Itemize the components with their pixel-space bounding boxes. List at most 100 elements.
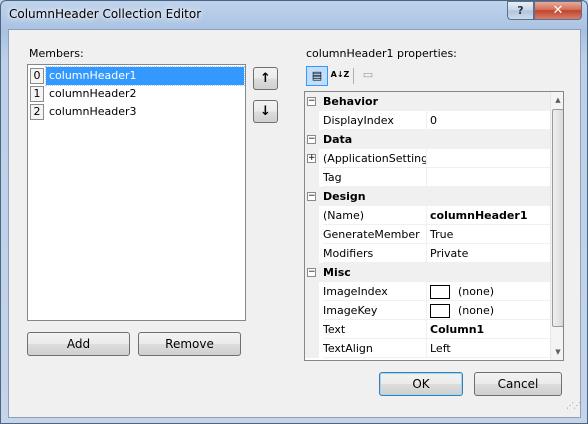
arrow-down-icon: ↓	[260, 104, 271, 119]
members-label: Members:	[29, 47, 84, 60]
collapse-icon[interactable]: −	[307, 97, 316, 106]
move-up-button[interactable]: ↑	[253, 67, 278, 90]
scrollbar-thumb[interactable]	[552, 109, 563, 327]
ok-button[interactable]: OK	[379, 372, 463, 396]
collapse-icon[interactable]: −	[307, 135, 316, 144]
property-grid[interactable]: − Behavior DisplayIndex 0− Data + (Application…	[304, 91, 564, 361]
property-value[interactable]	[427, 168, 550, 187]
collection-editor-window: ColumnHeader Collection Editor ? ✕ Membe…	[0, 0, 588, 424]
dialog-client-area: Members: 0 columnHeader1 1 columnHeader2…	[8, 29, 581, 418]
title-bar[interactable]: ColumnHeader Collection Editor ? ✕	[1, 1, 587, 29]
property-value[interactable]: True	[427, 225, 550, 244]
member-index: 1	[30, 86, 44, 102]
property-row[interactable]: TextAlign Left	[305, 339, 550, 358]
property-row[interactable]: ImageKey (none)	[305, 301, 550, 320]
member-item[interactable]: 2 columnHeader3	[29, 103, 244, 121]
property-value[interactable]: Column1	[427, 320, 550, 339]
member-name: columnHeader2	[49, 87, 137, 100]
property-value[interactable]: Left	[427, 339, 550, 358]
member-name: columnHeader3	[49, 105, 137, 118]
category-label: Data	[323, 133, 353, 146]
property-value-text: Private	[430, 247, 469, 260]
row-gutter	[305, 244, 319, 263]
row-gutter	[305, 206, 319, 225]
expand-icon[interactable]: +	[307, 154, 316, 163]
property-value-text: Column1	[430, 323, 485, 336]
property-name[interactable]: ImageKey	[323, 301, 427, 320]
row-gutter	[305, 225, 319, 244]
member-index: 2	[30, 104, 44, 120]
image-swatch	[430, 304, 450, 318]
property-value[interactable]: Private	[427, 244, 550, 263]
window-title: ColumnHeader Collection Editor	[9, 7, 202, 21]
collapse-icon[interactable]: −	[307, 268, 316, 277]
property-category-row[interactable]: − Behavior	[305, 92, 550, 111]
member-item[interactable]: 0 columnHeader1	[29, 66, 245, 86]
image-swatch	[430, 285, 450, 299]
close-button[interactable]: ✕	[534, 1, 582, 20]
property-name[interactable]: Modifiers	[323, 244, 427, 263]
category-label: Design	[323, 190, 366, 203]
add-button[interactable]: Add	[27, 332, 130, 356]
help-button[interactable]: ?	[507, 1, 534, 20]
row-gutter	[305, 339, 319, 358]
resize-grip-icon[interactable]: ⋰⋰	[566, 402, 581, 415]
category-label: Behavior	[323, 95, 379, 108]
property-row[interactable]: DisplayIndex 0	[305, 111, 550, 130]
property-pages-button[interactable]: ▭	[357, 66, 379, 86]
property-row[interactable]: Text Column1	[305, 320, 550, 339]
property-row[interactable]: Modifiers Private	[305, 244, 550, 263]
arrow-up-icon: ↑	[260, 71, 271, 86]
row-gutter	[305, 111, 319, 130]
property-name[interactable]: ImageIndex	[323, 282, 427, 301]
categorized-view-button[interactable]: ▤	[306, 66, 328, 86]
move-down-button[interactable]: ↓	[253, 100, 278, 123]
members-list[interactable]: 0 columnHeader1 1 columnHeader2 2 column…	[27, 64, 246, 321]
property-name[interactable]: GenerateMember	[323, 225, 427, 244]
property-value[interactable]: (none)	[427, 301, 550, 320]
property-name[interactable]: TextAlign	[323, 339, 427, 358]
scroll-up-icon[interactable]: ▲	[551, 92, 563, 108]
property-value[interactable]	[427, 149, 550, 168]
property-name[interactable]: (Name)	[323, 206, 427, 225]
property-category-row[interactable]: − Design	[305, 187, 550, 206]
property-value[interactable]: columnHeader1	[427, 206, 550, 225]
row-gutter	[305, 320, 319, 339]
row-gutter	[305, 301, 319, 320]
property-category-row[interactable]: − Misc	[305, 263, 550, 282]
property-grid-scrollbar[interactable]: ▲ ▼	[550, 92, 563, 360]
property-value[interactable]: 0	[427, 111, 550, 130]
categorized-icon: ▤	[311, 69, 323, 82]
remove-button[interactable]: Remove	[138, 332, 241, 356]
property-name[interactable]: Text	[323, 320, 427, 339]
property-value-text: Left	[430, 342, 451, 355]
properties-label: columnHeader1 properties:	[306, 47, 457, 60]
sort-alphabetical-icon: A↓Z	[330, 70, 350, 79]
scroll-down-icon[interactable]: ▼	[551, 344, 563, 360]
property-row[interactable]: Tag	[305, 168, 550, 187]
member-name: columnHeader1	[45, 66, 245, 86]
property-row[interactable]: ImageIndex (none)	[305, 282, 550, 301]
property-value-text: True	[430, 228, 454, 241]
row-gutter	[305, 168, 319, 187]
member-item[interactable]: 1 columnHeader2	[29, 85, 244, 103]
row-gutter	[305, 282, 319, 301]
cancel-button[interactable]: Cancel	[474, 372, 562, 396]
property-name[interactable]: (ApplicationSettings)	[323, 149, 427, 168]
category-label: Misc	[323, 266, 351, 279]
member-index: 0	[30, 68, 44, 84]
property-row[interactable]: GenerateMember True	[305, 225, 550, 244]
property-value-text: (none)	[458, 304, 495, 317]
property-row[interactable]: + (ApplicationSettings)	[305, 149, 550, 168]
property-row[interactable]: (Name) columnHeader1	[305, 206, 550, 225]
property-value-text: (none)	[458, 285, 495, 298]
property-value-text: columnHeader1	[430, 209, 528, 222]
property-value-text: 0	[430, 114, 437, 127]
collapse-icon[interactable]: −	[307, 192, 316, 201]
property-name[interactable]: DisplayIndex	[323, 111, 427, 130]
property-value[interactable]: (none)	[427, 282, 550, 301]
property-category-row[interactable]: − Data	[305, 130, 550, 149]
toolbar-separator	[353, 68, 354, 84]
alphabetical-view-button[interactable]: A↓Z	[329, 66, 351, 86]
property-name[interactable]: Tag	[323, 168, 427, 187]
